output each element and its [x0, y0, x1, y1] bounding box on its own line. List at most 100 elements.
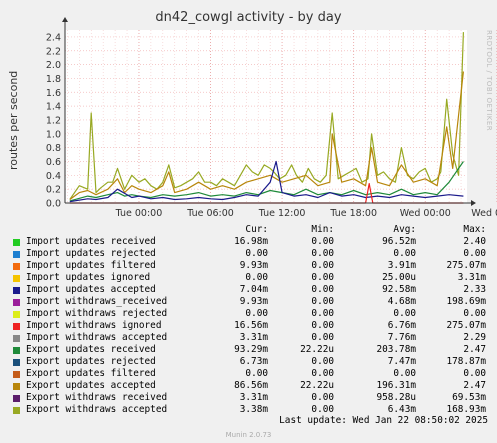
legend-row: Export updates rejected 6.73m 0.00 7.47m 178…: [12, 356, 492, 368]
legend-series-name: Import updates accepted: [26, 284, 156, 295]
last-update: Last update: Wed Jan 22 08:50:02 2025: [279, 415, 488, 426]
legend-max-value: 2.33: [463, 284, 486, 295]
legend-avg-value: 0.00: [393, 308, 416, 319]
legend-avg-value: 196.31m: [376, 380, 416, 391]
legend-avg-value: 25.00u: [382, 272, 416, 283]
legend-max-value: 178.87m: [446, 356, 486, 367]
legend-min-value: 0.00: [311, 236, 334, 247]
legend-series-name: Export updates accepted: [26, 380, 156, 391]
legend-max-value: 69.53m: [452, 392, 486, 403]
legend-min-value: 0.00: [311, 332, 334, 343]
legend-series-name: Export updates filtered: [26, 368, 156, 379]
legend-max-value: 2.40: [463, 236, 486, 247]
legend-series-name: Import updates rejected: [26, 248, 156, 259]
legend-row: Import withdraws accepted 3.31m 0.00 7.76m 2…: [12, 332, 492, 344]
legend-row: Import updates received 16.98m 0.00 96.52m 2…: [12, 236, 492, 248]
legend-min-value: 0.00: [311, 284, 334, 295]
legend-avg-value: 6.76m: [387, 320, 416, 331]
legend-avg-value: 96.52m: [382, 236, 416, 247]
legend-row: Export withdraws received 3.31m 0.00 958.28…: [12, 392, 492, 404]
header-max: Max:: [463, 224, 486, 235]
legend-series-name: Import withdraws accepted: [26, 332, 168, 343]
y-tick-label: 1.8: [46, 74, 61, 85]
plot-area: 0.0 0.2 0.4 0.6 0.8 1.0 1.2 1.4 1.6 1.8 2.0 2.2 2.4 T…: [46, 17, 497, 219]
legend-avg-value: 92.58m: [382, 284, 416, 295]
legend-swatch: [13, 287, 20, 294]
y-tick-label: 1.4: [46, 102, 61, 113]
y-tick-label: 2.4: [46, 32, 61, 43]
legend-max-value: 275.07m: [446, 320, 486, 331]
legend-max-value: 198.69m: [446, 296, 486, 307]
legend-avg-value: 6.43m: [387, 404, 416, 415]
header-min: Min:: [311, 224, 334, 235]
legend-row: Export updates received 93.29m 22.22u 203.7…: [12, 344, 492, 356]
legend-max-value: 3.31m: [457, 272, 486, 283]
y-tick-label: 2.2: [46, 46, 61, 57]
legend-row: Import updates accepted 7.04m 0.00 92.58m 2.…: [12, 284, 492, 296]
legend-swatch: [13, 323, 20, 330]
y-tick-label: 2.0: [46, 60, 61, 71]
legend-avg-value: 0.00: [393, 248, 416, 259]
y-tick-label: 0.2: [46, 185, 61, 196]
legend-swatch: [13, 335, 20, 342]
y-axis-arrow: [62, 17, 68, 22]
legend-row: Import updates filtered 9.93m 0.00 3.91m 275…: [12, 260, 492, 272]
legend-max-value: 2.47: [463, 344, 486, 355]
legend-swatch: [13, 371, 20, 378]
legend-series-name: Import withdraws ignored: [26, 320, 162, 331]
legend-min-value: 0.00: [311, 320, 334, 331]
legend-min-value: 22.22u: [300, 344, 334, 355]
legend-swatch: [13, 383, 20, 390]
legend-swatch: [13, 347, 20, 354]
legend-max-value: 2.47: [463, 380, 486, 391]
legend-series-name: Import withdraws_received: [26, 296, 168, 307]
legend-series-name: Import updates filtered: [26, 260, 156, 271]
x-tick-label: Wed 06:00: [471, 208, 497, 219]
legend-min-value: 0.00: [311, 356, 334, 367]
x-tick-label: Tue 06:00: [186, 208, 234, 219]
legend-avg-value: 203.78m: [376, 344, 416, 355]
legend-series-name: Import withdraws rejected: [26, 308, 168, 319]
legend-max-value: 275.07m: [446, 260, 486, 271]
legend-min-value: 0.00: [311, 248, 334, 259]
legend-row: Import updates ignored 0.00 0.00 25.00u 3.31…: [12, 272, 492, 284]
legend-max-value: 0.00: [463, 368, 486, 379]
x-tick-label: Wed 00:00: [400, 208, 451, 219]
legend-swatch: [13, 239, 20, 246]
legend-swatch: [13, 275, 20, 282]
legend-series-name: Import updates ignored: [26, 272, 151, 283]
legend-swatch: [13, 359, 20, 366]
legend-series-name: Import updates received: [26, 236, 156, 247]
legend-row: Import withdraws rejected 0.00 0.00 0.00 0.0…: [12, 308, 492, 320]
y-tick-label: 0.0: [46, 199, 61, 210]
legend-swatch: [13, 407, 20, 414]
legend-max-value: 0.00: [463, 248, 486, 259]
legend-max-value: 168.93m: [446, 404, 486, 415]
legend-swatch: [13, 263, 20, 270]
legend-row: Export updates filtered 0.00 0.00 0.00 0.00: [12, 368, 492, 380]
legend-max-value: 0.00: [463, 308, 486, 319]
y-tick-label: 1.2: [46, 115, 61, 126]
legend-series-name: Export withdraws received: [26, 392, 168, 403]
munin-version: Munin 2.0.73: [225, 431, 272, 439]
legend-avg-value: 7.76m: [387, 332, 416, 343]
legend-swatch: [13, 251, 20, 258]
legend-avg-value: 3.91m: [387, 260, 416, 271]
x-tick-label: Tue 00:00: [115, 208, 163, 219]
legend-avg-value: 7.47m: [387, 356, 416, 367]
x-tick-label: Tue 18:00: [329, 208, 377, 219]
legend-avg-value: 958.28u: [376, 392, 416, 403]
legend-min-value: 0.00: [311, 404, 334, 415]
x-tick-label: Tue 12:00: [258, 208, 306, 219]
y-tick-label: 0.6: [46, 157, 61, 168]
legend-max-value: 2.29: [463, 332, 486, 343]
y-tick-label: 1.0: [46, 129, 61, 140]
y-tick-label: 0.4: [46, 171, 61, 182]
legend-swatch: [13, 395, 20, 402]
legend-row: Import withdraws_received 9.93m 0.00 4.68m 1…: [12, 296, 492, 308]
legend-avg-value: 4.68m: [387, 296, 416, 307]
legend-swatch: [13, 299, 20, 306]
header-avg: Avg:: [393, 224, 416, 235]
legend-avg-value: 0.00: [393, 368, 416, 379]
legend-min-value: 0.00: [311, 368, 334, 379]
